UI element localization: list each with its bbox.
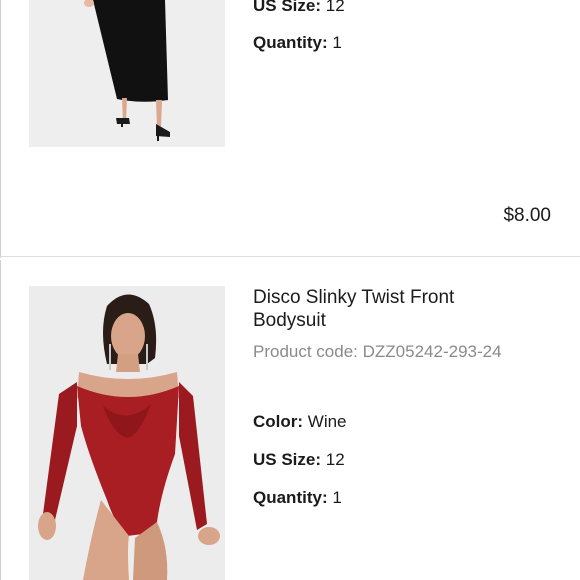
- left-border: [0, 0, 1, 258]
- item1-price: $8.00: [503, 205, 551, 226]
- color-value: Wine: [307, 412, 347, 431]
- left-border-lower: [0, 260, 1, 580]
- size-value: 12: [325, 450, 345, 469]
- size-label: US Size:: [253, 0, 322, 15]
- product-image-bodysuit[interactable]: [29, 286, 225, 580]
- size-value: 12: [325, 0, 345, 15]
- item-divider: [0, 256, 580, 257]
- item1-size: US Size: 12: [253, 0, 345, 17]
- item2-color: Color: Wine: [253, 411, 347, 433]
- product-code: Product code: DZZ05242-293-24: [253, 341, 515, 363]
- wine-bodysuit-photo-icon: [29, 286, 225, 580]
- size-label: US Size:: [253, 450, 322, 469]
- product-code-label: Product code:: [253, 342, 358, 361]
- product-image-skirt[interactable]: [29, 0, 225, 147]
- quantity-label: Quantity:: [253, 488, 328, 507]
- quantity-value: 1: [332, 33, 342, 52]
- quantity-label: Quantity:: [253, 33, 328, 52]
- quantity-value: 1: [332, 488, 342, 507]
- product-title[interactable]: Disco Slinky Twist Front Bodysuit: [253, 286, 513, 332]
- item2-size: US Size: 12: [253, 449, 345, 471]
- product-code-value: DZZ05242-293-24: [362, 342, 502, 361]
- color-label: Color:: [253, 412, 304, 431]
- item1-quantity: Quantity: 1: [253, 32, 342, 54]
- item2-quantity: Quantity: 1: [253, 487, 342, 509]
- black-maxi-skirt-photo-icon: [29, 0, 225, 147]
